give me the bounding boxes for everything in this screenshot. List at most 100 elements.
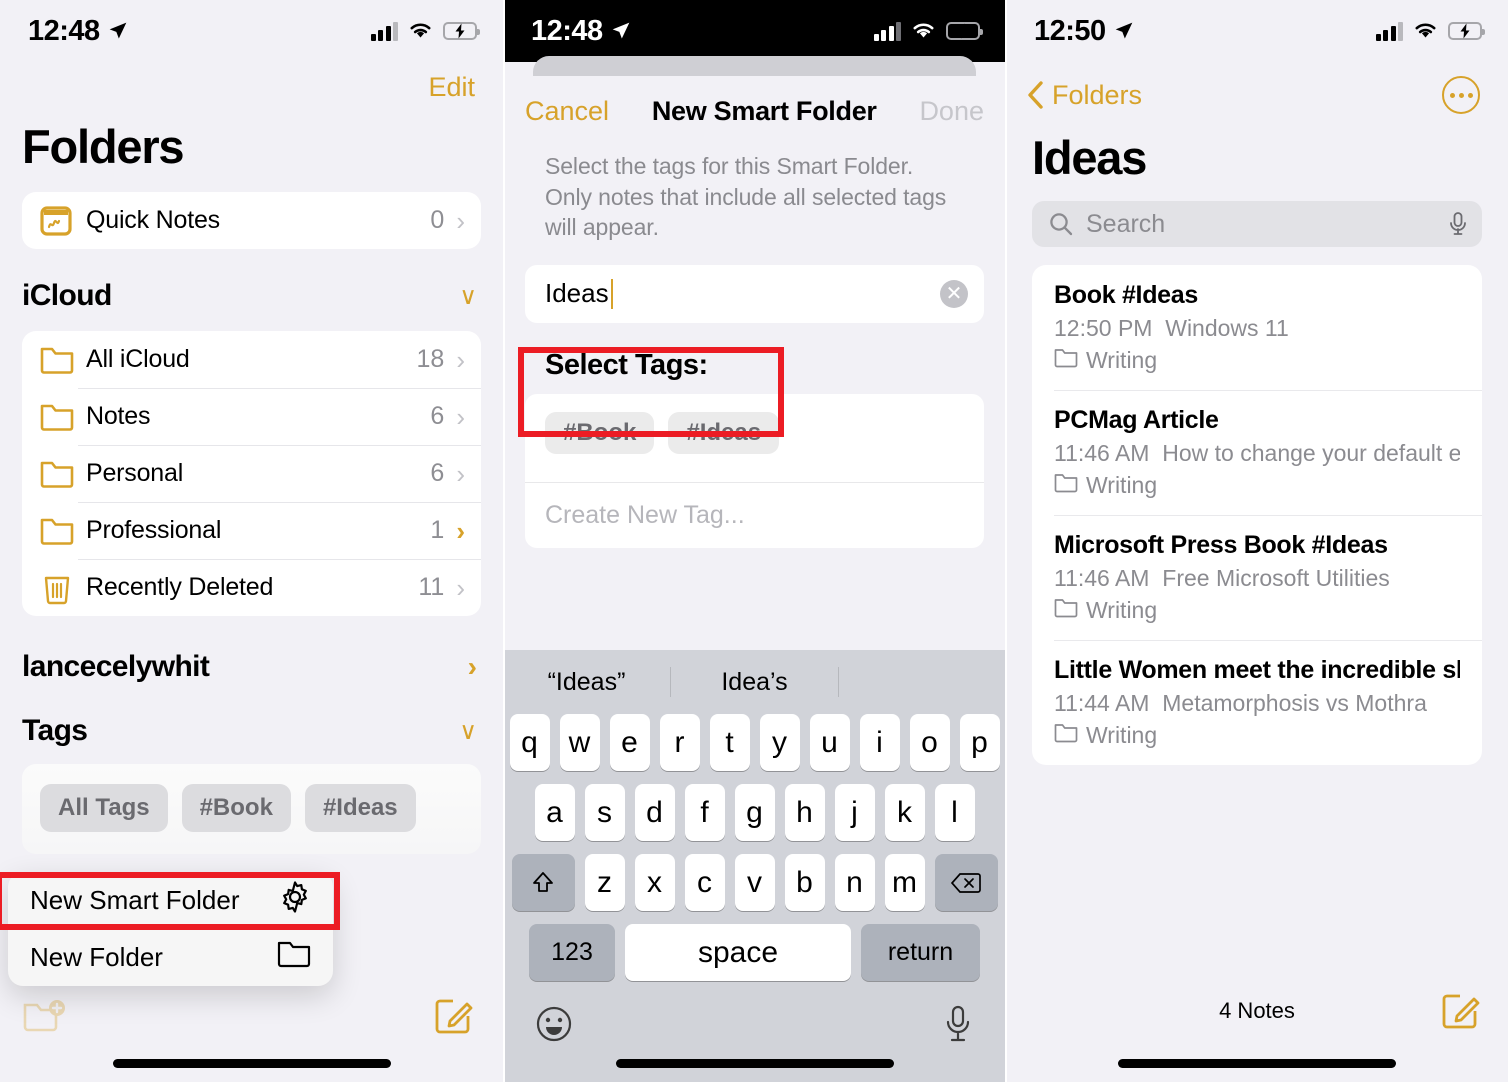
key-x[interactable]: x bbox=[634, 854, 675, 911]
key-d[interactable]: d bbox=[634, 784, 675, 841]
account-row[interactable]: lancecelywhit › bbox=[0, 616, 503, 684]
menu-item-label: New Smart Folder bbox=[30, 885, 240, 915]
back-to-folders-button[interactable]: Folders bbox=[1026, 80, 1142, 111]
key-b[interactable]: b bbox=[784, 854, 825, 911]
tag-chip[interactable]: All Tags bbox=[40, 784, 168, 832]
keyboard-row-3: zxcvbnm bbox=[508, 854, 1001, 911]
search-input[interactable]: Search bbox=[1086, 210, 1436, 239]
chevron-down-icon[interactable]: ∨ bbox=[459, 282, 477, 311]
search-bar[interactable]: Search bbox=[1032, 201, 1482, 247]
status-time: 12:50 bbox=[1034, 14, 1106, 47]
folder-name-field[interactable]: Ideas ✕ bbox=[525, 264, 984, 323]
folder-row-personal[interactable]: Personal 6 › bbox=[22, 445, 481, 502]
new-folder-icon[interactable] bbox=[22, 997, 68, 1035]
emoji-icon[interactable] bbox=[535, 1005, 573, 1043]
folder-count: 1 bbox=[430, 516, 445, 544]
folder-label: Notes bbox=[86, 402, 151, 430]
note-preview: Windows 11 bbox=[1165, 315, 1289, 341]
key-v[interactable]: v bbox=[734, 854, 775, 911]
key-e[interactable]: e bbox=[609, 714, 650, 771]
note-preview: Free Microsoft Utilities bbox=[1162, 565, 1390, 591]
shift-key[interactable] bbox=[511, 854, 575, 911]
key-j[interactable]: j bbox=[834, 784, 875, 841]
backspace-key[interactable] bbox=[934, 854, 998, 911]
on-screen-keyboard: “Ideas” Idea’s qwertyuiop asdfghjkl zxcv… bbox=[503, 650, 1006, 1082]
more-ellipsis-icon[interactable] bbox=[1442, 76, 1480, 114]
tag-chip[interactable]: #Ideas bbox=[304, 784, 416, 832]
quick-notes-row[interactable]: Quick Notes 0 › bbox=[22, 192, 481, 249]
compose-icon[interactable] bbox=[433, 996, 473, 1036]
key-y[interactable]: y bbox=[759, 714, 800, 771]
key-h[interactable]: h bbox=[784, 784, 825, 841]
cancel-button[interactable]: Cancel bbox=[525, 96, 609, 127]
key-s[interactable]: s bbox=[584, 784, 625, 841]
microphone-icon[interactable] bbox=[1448, 211, 1468, 237]
key-i[interactable]: i bbox=[859, 714, 900, 771]
note-row[interactable]: Little Women meet the incredible shri… 11… bbox=[1032, 640, 1482, 765]
icloud-section-header[interactable]: iCloud ∨ bbox=[0, 249, 503, 313]
navigation-bar: Folders bbox=[1006, 62, 1508, 114]
panel-new-smart-folder: 12:48 Cancel New Smart Folder Done Selec… bbox=[503, 0, 1006, 1082]
clear-circle-icon[interactable]: ✕ bbox=[940, 279, 968, 308]
edit-row: Edit bbox=[0, 62, 503, 103]
key-m[interactable]: m bbox=[884, 854, 925, 911]
note-row[interactable]: PCMag Article 11:46 AM How to change your… bbox=[1032, 390, 1482, 515]
note-meta: 11:46 AM Free Microsoft Utilities bbox=[1054, 565, 1460, 592]
suggestion-0[interactable]: “Ideas” bbox=[503, 668, 670, 697]
folder-row-notes[interactable]: Notes 6 › bbox=[22, 388, 481, 445]
key-z[interactable]: z bbox=[584, 854, 625, 911]
key-t[interactable]: t bbox=[709, 714, 750, 771]
note-title: Microsoft Press Book #Ideas bbox=[1054, 531, 1388, 559]
page-title: Folders bbox=[22, 120, 185, 173]
quick-notes-count: 0 bbox=[430, 206, 445, 234]
key-q[interactable]: q bbox=[509, 714, 550, 771]
create-new-tag-input[interactable]: Create New Tag... bbox=[525, 481, 984, 548]
available-tag-chip[interactable]: #Ideas bbox=[668, 411, 780, 454]
done-button[interactable]: Done bbox=[919, 96, 984, 127]
keyboard-row-1: qwertyuiop bbox=[508, 714, 1001, 771]
note-folder: Writing bbox=[1054, 722, 1460, 749]
tag-chip[interactable]: #Book bbox=[181, 784, 291, 832]
microphone-icon[interactable] bbox=[942, 1004, 974, 1044]
return-key[interactable]: return bbox=[861, 924, 980, 981]
folder-row-recently-deleted[interactable]: Recently Deleted 11 › bbox=[22, 559, 481, 616]
note-folder-name: Writing bbox=[1086, 347, 1158, 373]
location-arrow-icon bbox=[1115, 22, 1133, 39]
space-key[interactable]: space bbox=[625, 924, 851, 981]
sheet-title: New Smart Folder bbox=[651, 96, 877, 126]
folder-row-all-icloud[interactable]: All iCloud 18 › bbox=[22, 331, 481, 388]
key-l[interactable]: l bbox=[934, 784, 975, 841]
smart-folder-sheet: Cancel New Smart Folder Done Select the … bbox=[503, 76, 1006, 1082]
key-c[interactable]: c bbox=[684, 854, 725, 911]
key-r[interactable]: r bbox=[659, 714, 700, 771]
key-u[interactable]: u bbox=[809, 714, 850, 771]
keyboard-row-4: 123 space return bbox=[508, 924, 1001, 981]
key-a[interactable]: a bbox=[534, 784, 575, 841]
bottom-toolbar bbox=[0, 996, 503, 1036]
available-tag-chip[interactable]: #Book bbox=[545, 411, 655, 454]
key-p[interactable]: p bbox=[959, 714, 1000, 771]
chevron-down-icon[interactable]: ∨ bbox=[459, 717, 477, 746]
folder-icon bbox=[1054, 472, 1078, 499]
key-k[interactable]: k bbox=[884, 784, 925, 841]
key-w[interactable]: w bbox=[559, 714, 600, 771]
note-folder-name: Writing bbox=[1086, 722, 1158, 748]
chevron-right-icon[interactable]: › bbox=[468, 651, 477, 683]
menu-item-new-smart-folder[interactable]: New Smart Folder bbox=[8, 872, 333, 929]
folder-row-professional[interactable]: Professional 1 › bbox=[22, 502, 481, 559]
note-row[interactable]: Microsoft Press Book #Ideas 11:46 AM Free… bbox=[1032, 515, 1482, 640]
menu-item-new-folder[interactable]: New Folder bbox=[8, 929, 333, 986]
tags-section-header[interactable]: Tags ∨ bbox=[0, 684, 503, 748]
compose-button[interactable] bbox=[1440, 991, 1480, 1036]
key-n[interactable]: n bbox=[834, 854, 875, 911]
key-o[interactable]: o bbox=[909, 714, 950, 771]
folder-icon bbox=[1054, 597, 1078, 624]
battery-charging-icon bbox=[946, 22, 983, 40]
suggestion-1[interactable]: Idea’s bbox=[671, 668, 838, 697]
key-f[interactable]: f bbox=[684, 784, 725, 841]
note-row[interactable]: Book #Ideas 12:50 PM Windows 11 Writing bbox=[1032, 265, 1482, 390]
note-title: Book #Ideas bbox=[1054, 281, 1198, 309]
numbers-key[interactable]: 123 bbox=[529, 924, 615, 981]
key-g[interactable]: g bbox=[734, 784, 775, 841]
edit-button[interactable]: Edit bbox=[428, 72, 475, 103]
